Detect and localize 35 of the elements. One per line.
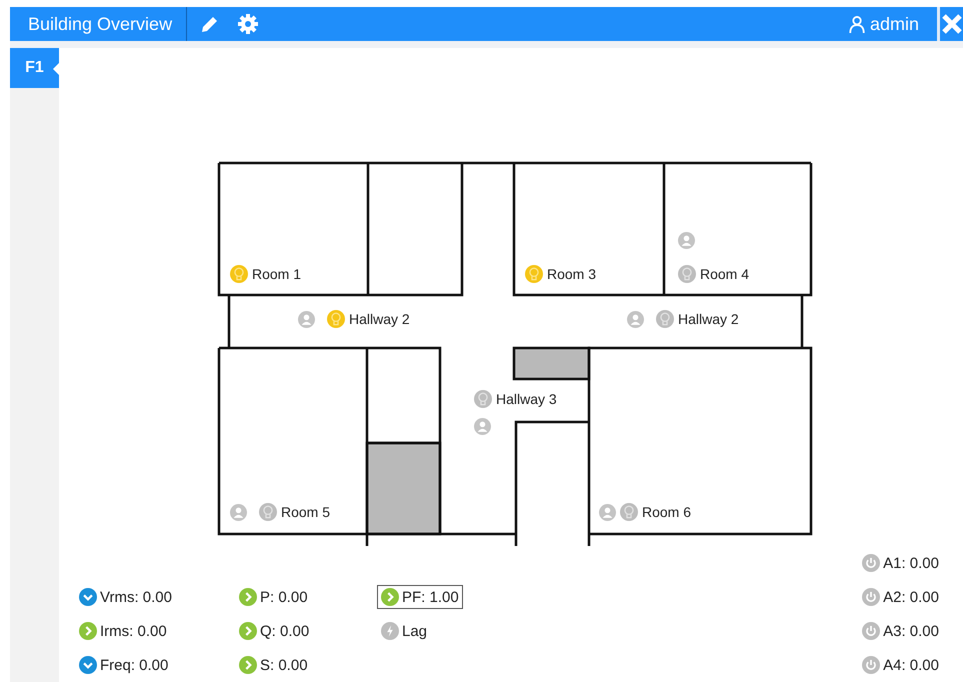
zone-label[interactable]: Hallway 2 — [678, 311, 739, 327]
meter-reading[interactable]: P: 0.00 — [235, 585, 312, 609]
power-icon — [862, 554, 880, 572]
chevron-right-icon — [239, 588, 257, 606]
chevron-right-icon — [79, 622, 97, 640]
lightning-icon — [381, 622, 399, 640]
zone-label[interactable]: Hallway 3 — [496, 391, 557, 407]
meter-reading[interactable]: A1: 0.00 — [858, 551, 943, 575]
user-icon — [848, 15, 866, 33]
chevron-right-icon — [239, 622, 257, 640]
close-icon — [940, 13, 962, 35]
zone-label[interactable]: Room 1 — [252, 266, 302, 282]
meter-reading[interactable]: Freq: 0.00 — [75, 653, 172, 677]
chevron-down-icon — [79, 588, 97, 606]
meter-reading[interactable]: Lag — [377, 619, 432, 643]
meter-reading[interactable]: A3: 0.00 — [858, 619, 943, 643]
zone-label[interactable]: Room 4 — [700, 266, 750, 282]
zone-label[interactable]: Room 6 — [642, 504, 692, 520]
chevron-right-icon — [381, 588, 399, 606]
zone-label[interactable]: Room 5 — [281, 504, 330, 520]
chevron-right-icon — [239, 656, 257, 674]
power-icon — [862, 656, 880, 674]
meter-reading[interactable]: PF: 1.00 — [377, 585, 463, 609]
zone-label[interactable]: Hallway 2 — [349, 311, 410, 327]
zone-label[interactable]: Room 3 — [547, 266, 596, 282]
meter-reading[interactable]: Q: 0.00 — [235, 619, 314, 643]
meter-reading[interactable]: A4: 0.00 — [858, 653, 943, 677]
meter-reading[interactable]: S: 0.00 — [235, 653, 312, 677]
power-icon — [862, 622, 880, 640]
meter-reading[interactable]: A2: 0.00 — [858, 585, 943, 609]
meter-reading[interactable]: Irms: 0.00 — [75, 619, 171, 643]
power-icon — [862, 588, 880, 606]
settings-icon — [237, 13, 260, 35]
chevron-down-icon — [79, 656, 97, 674]
meter-reading[interactable]: Vrms: 0.00 — [75, 585, 176, 609]
